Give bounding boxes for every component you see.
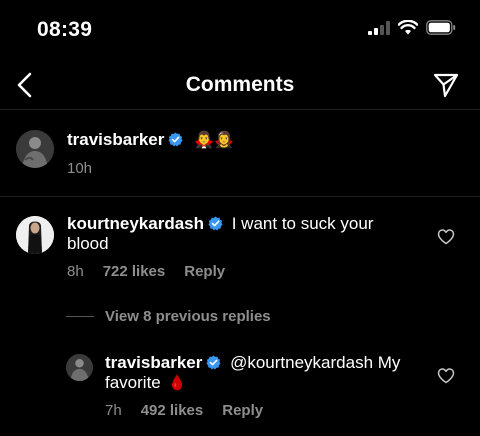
avatar[interactable]	[16, 216, 54, 254]
reply-button[interactable]: Reply	[222, 402, 263, 419]
reply-body: travisbarker @kourtneykardash My favorit…	[105, 353, 425, 393]
status-bar: 08:39	[0, 0, 480, 62]
reply-mention[interactable]: @kourtneykardash	[230, 353, 373, 372]
caption-header: travisbarker 🧛‍♂️🧛‍♀️	[67, 130, 234, 150]
wifi-icon	[398, 20, 418, 35]
caption-timestamp: 10h	[67, 160, 93, 177]
caption-meta: 10h	[67, 160, 92, 177]
like-heart-icon[interactable]	[437, 367, 455, 385]
reply-username[interactable]: travisbarker	[105, 353, 202, 372]
status-icons	[368, 20, 456, 35]
reply-meta: 7h 492 likes Reply	[105, 402, 263, 419]
avatar[interactable]	[16, 130, 54, 168]
comment-username[interactable]: kourtneykardash	[67, 214, 204, 233]
blood-drop-icon	[172, 374, 183, 391]
avatar[interactable]	[66, 354, 93, 381]
cellular-signal-icon	[368, 20, 390, 35]
navigation-bar: Comments	[0, 62, 480, 110]
avatar-image	[66, 354, 93, 381]
comment-timestamp: 8h	[67, 263, 84, 280]
status-time: 08:39	[37, 18, 93, 41]
avatar-image	[16, 216, 54, 254]
verified-badge-icon	[168, 132, 183, 147]
avatar-image	[16, 130, 54, 168]
comment-meta: 8h 722 likes Reply	[67, 263, 225, 280]
post-caption: travisbarker 🧛‍♂️🧛‍♀️ 10h	[0, 110, 480, 197]
battery-icon	[426, 20, 456, 35]
comment-likes-count[interactable]: 722 likes	[103, 263, 166, 280]
reply-text: My	[373, 353, 401, 372]
page-title: Comments	[185, 73, 295, 96]
send-direct-icon[interactable]	[432, 71, 460, 99]
caption-username[interactable]: travisbarker	[67, 130, 164, 149]
view-replies-label: View 8 previous replies	[105, 308, 271, 325]
reply-likes-count[interactable]: 492 likes	[141, 402, 204, 419]
comment-body: kourtneykardash I want to suck your bloo…	[67, 214, 417, 254]
reply-button[interactable]: Reply	[184, 263, 225, 280]
like-heart-icon[interactable]	[437, 228, 455, 246]
verified-badge-icon	[206, 355, 221, 370]
divider-line	[66, 316, 94, 317]
verified-badge-icon	[208, 216, 223, 231]
caption-emojis: 🧛‍♂️🧛‍♀️	[194, 132, 234, 149]
view-previous-replies-button[interactable]: View 8 previous replies	[66, 308, 271, 325]
reply-timestamp: 7h	[105, 402, 122, 419]
reply-text-line2: favorite	[105, 373, 161, 392]
